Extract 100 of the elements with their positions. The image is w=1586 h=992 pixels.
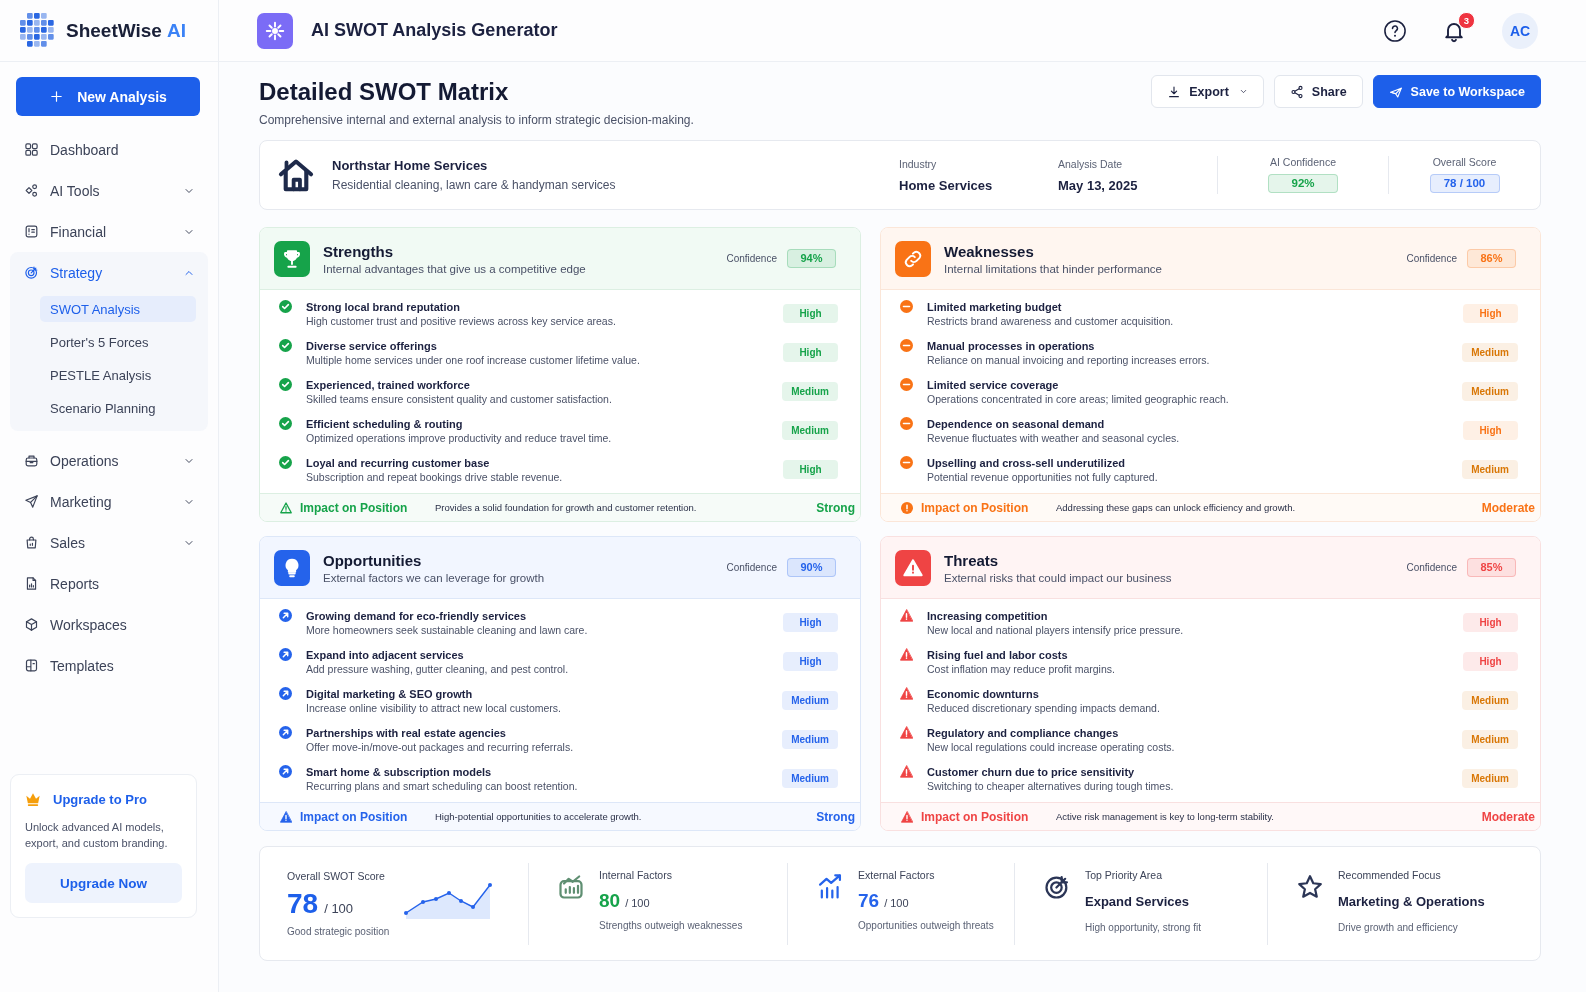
check-circle-icon: [279, 378, 292, 391]
priority-badge: High: [1463, 613, 1518, 632]
impact-label: Impact on Position: [921, 809, 1030, 824]
priority-badge: High: [1463, 652, 1518, 671]
nav-item[interactable]: Marketing: [10, 481, 208, 522]
impact-text: Provides a solid foundation for growth and customer retention.: [435, 502, 697, 513]
item-title: Expand into adjacent services: [306, 648, 465, 661]
sub-nav-item[interactable]: PESTLE Analysis: [40, 362, 196, 388]
impact-rating: Strong: [816, 500, 855, 515]
priority-badge: Medium: [782, 382, 838, 401]
warning-icon: [900, 687, 913, 700]
warning-icon: [900, 726, 913, 739]
priority-badge: High: [783, 613, 838, 632]
cube-icon: [24, 617, 39, 632]
export-button[interactable]: Export: [1151, 75, 1264, 108]
impact-rating: Strong: [816, 809, 855, 824]
item-description: Operations concentrated in core areas; limited geographic reach.: [927, 392, 1230, 405]
fact-value: Home Services: [899, 177, 994, 193]
bar-chart-icon: [816, 872, 844, 901]
page-subtitle: Comprehensive internal and external analysis to inform strategic decision-making.: [259, 112, 695, 128]
item-title: Limited service coverage: [927, 378, 1060, 391]
item-description: Optimized operations improve productivity and reduce travel time.: [306, 431, 613, 444]
impact-label: Impact on Position: [300, 809, 409, 824]
item-title: Manual processes in operations: [927, 339, 1096, 352]
nav-item[interactable]: Financial: [10, 211, 208, 252]
priority-badge: Medium: [1462, 343, 1518, 362]
impact-rating: Moderate: [1481, 500, 1535, 515]
item-description: More homeowners seek sustainable cleaning and lawn care.: [306, 623, 589, 636]
confidence-label: Confidence: [1406, 253, 1457, 264]
nav-item[interactable]: Strategy: [10, 252, 208, 293]
sparkle-icon: [257, 12, 293, 49]
priority-badge: Medium: [1462, 730, 1518, 749]
priority-badge: High: [1463, 421, 1518, 440]
confidence-label: Confidence: [726, 562, 777, 573]
arrow-circle-icon: [279, 687, 292, 700]
quadrant-title: Opportunities: [323, 551, 423, 569]
company-description: Residential cleaning, lawn care & handyman services: [332, 178, 617, 192]
priority-badge: Medium: [782, 730, 838, 749]
summary-caption: Opportunities outweigh threats: [858, 919, 994, 931]
item-title: Increasing competition: [927, 609, 1049, 622]
item-title: Growing demand for eco-friendly services: [306, 609, 528, 622]
nav-item[interactable]: Dashboard: [10, 129, 208, 170]
save-button[interactable]: Save to Workspace: [1372, 75, 1541, 108]
page-title: Detailed SWOT Matrix: [259, 77, 509, 106]
sub-nav-item[interactable]: SWOT Analysis: [40, 296, 196, 322]
confidence-badge: 94%: [787, 249, 836, 268]
minus-circle-icon: [900, 417, 913, 430]
sub-nav-item[interactable]: Scenario Planning: [40, 395, 196, 421]
caret-icon: [1238, 87, 1248, 96]
arrow-circle-icon: [279, 648, 292, 661]
item-description: Skilled teams ensure consistent quality and customer satisfaction.: [306, 392, 613, 405]
target-icon: [24, 265, 39, 280]
fact-label: Analysis Date: [1058, 157, 1124, 170]
report-icon: [24, 576, 39, 591]
help-icon[interactable]: [1384, 19, 1406, 42]
paper-plane-icon: [24, 494, 39, 509]
check-circle-icon: [279, 300, 292, 313]
priority-badge: Medium: [1462, 769, 1518, 788]
template-icon: [24, 658, 39, 673]
user-avatar[interactable]: AC: [1502, 12, 1538, 49]
confidence-badge: 85%: [1467, 558, 1516, 577]
item-description: Revenue fluctuates with weather and seasonal cycles.: [927, 431, 1181, 444]
upgrade-text: Unlock advanced AI models, export, and custom branding.: [25, 820, 169, 851]
impact-text: Active risk management is key to long-term stability.: [1056, 811, 1274, 822]
nav-item[interactable]: Workspaces: [10, 604, 208, 645]
plus-icon: [49, 89, 65, 104]
nav-item[interactable]: Templates: [10, 645, 208, 686]
priority-badge: High: [783, 304, 838, 323]
item-title: Partnerships with real estate agencies: [306, 726, 507, 739]
item-description: High customer trust and positive reviews across key service areas.: [306, 314, 617, 327]
sub-nav-item[interactable]: Porter's 5 Forces: [40, 329, 196, 355]
item-description: Recurring plans and smart scheduling can boost retention.: [306, 779, 579, 792]
item-description: Offer move-in/move-out packages and recurring referrals.: [306, 740, 575, 753]
warning-icon: [895, 549, 931, 586]
item-description: New local regulations could increase operating costs.: [927, 740, 1176, 753]
priority-badge: High: [783, 460, 838, 479]
item-description: Subscription and repeat bookings drive stable revenue.: [306, 470, 564, 483]
fact-value: May 13, 2025: [1058, 177, 1139, 193]
arrow-circle-icon: [279, 609, 292, 622]
quadrant-subtitle: Internal advantages that give us a competitive edge: [323, 262, 587, 275]
minus-circle-icon: [900, 300, 913, 313]
nav-item[interactable]: Reports: [10, 563, 208, 604]
warning-icon: [900, 609, 913, 622]
share-button[interactable]: Share: [1273, 75, 1363, 108]
alert-triangle-icon: [280, 810, 292, 823]
priority-badge: Medium: [1462, 382, 1518, 401]
nav-item[interactable]: Operations: [10, 440, 208, 481]
fact-label: Industry: [899, 157, 938, 170]
nav-item[interactable]: Sales: [10, 522, 208, 563]
summary-label: External Factors: [858, 868, 936, 881]
star-icon: [1296, 872, 1324, 901]
item-title: Diverse service offerings: [306, 339, 438, 352]
nav-item[interactable]: AI Tools: [10, 170, 208, 211]
score-total: / 100: [884, 896, 909, 909]
app-name-suffix: AI: [166, 19, 186, 42]
item-description: Reliance on manual invoicing and reporting increases errors.: [927, 353, 1211, 366]
upgrade-button[interactable]: Upgrade Now: [25, 863, 182, 903]
warning-icon: [900, 765, 913, 778]
new-analysis-button[interactable]: New Analysis: [16, 77, 200, 116]
alert-circle-icon: [901, 501, 913, 514]
